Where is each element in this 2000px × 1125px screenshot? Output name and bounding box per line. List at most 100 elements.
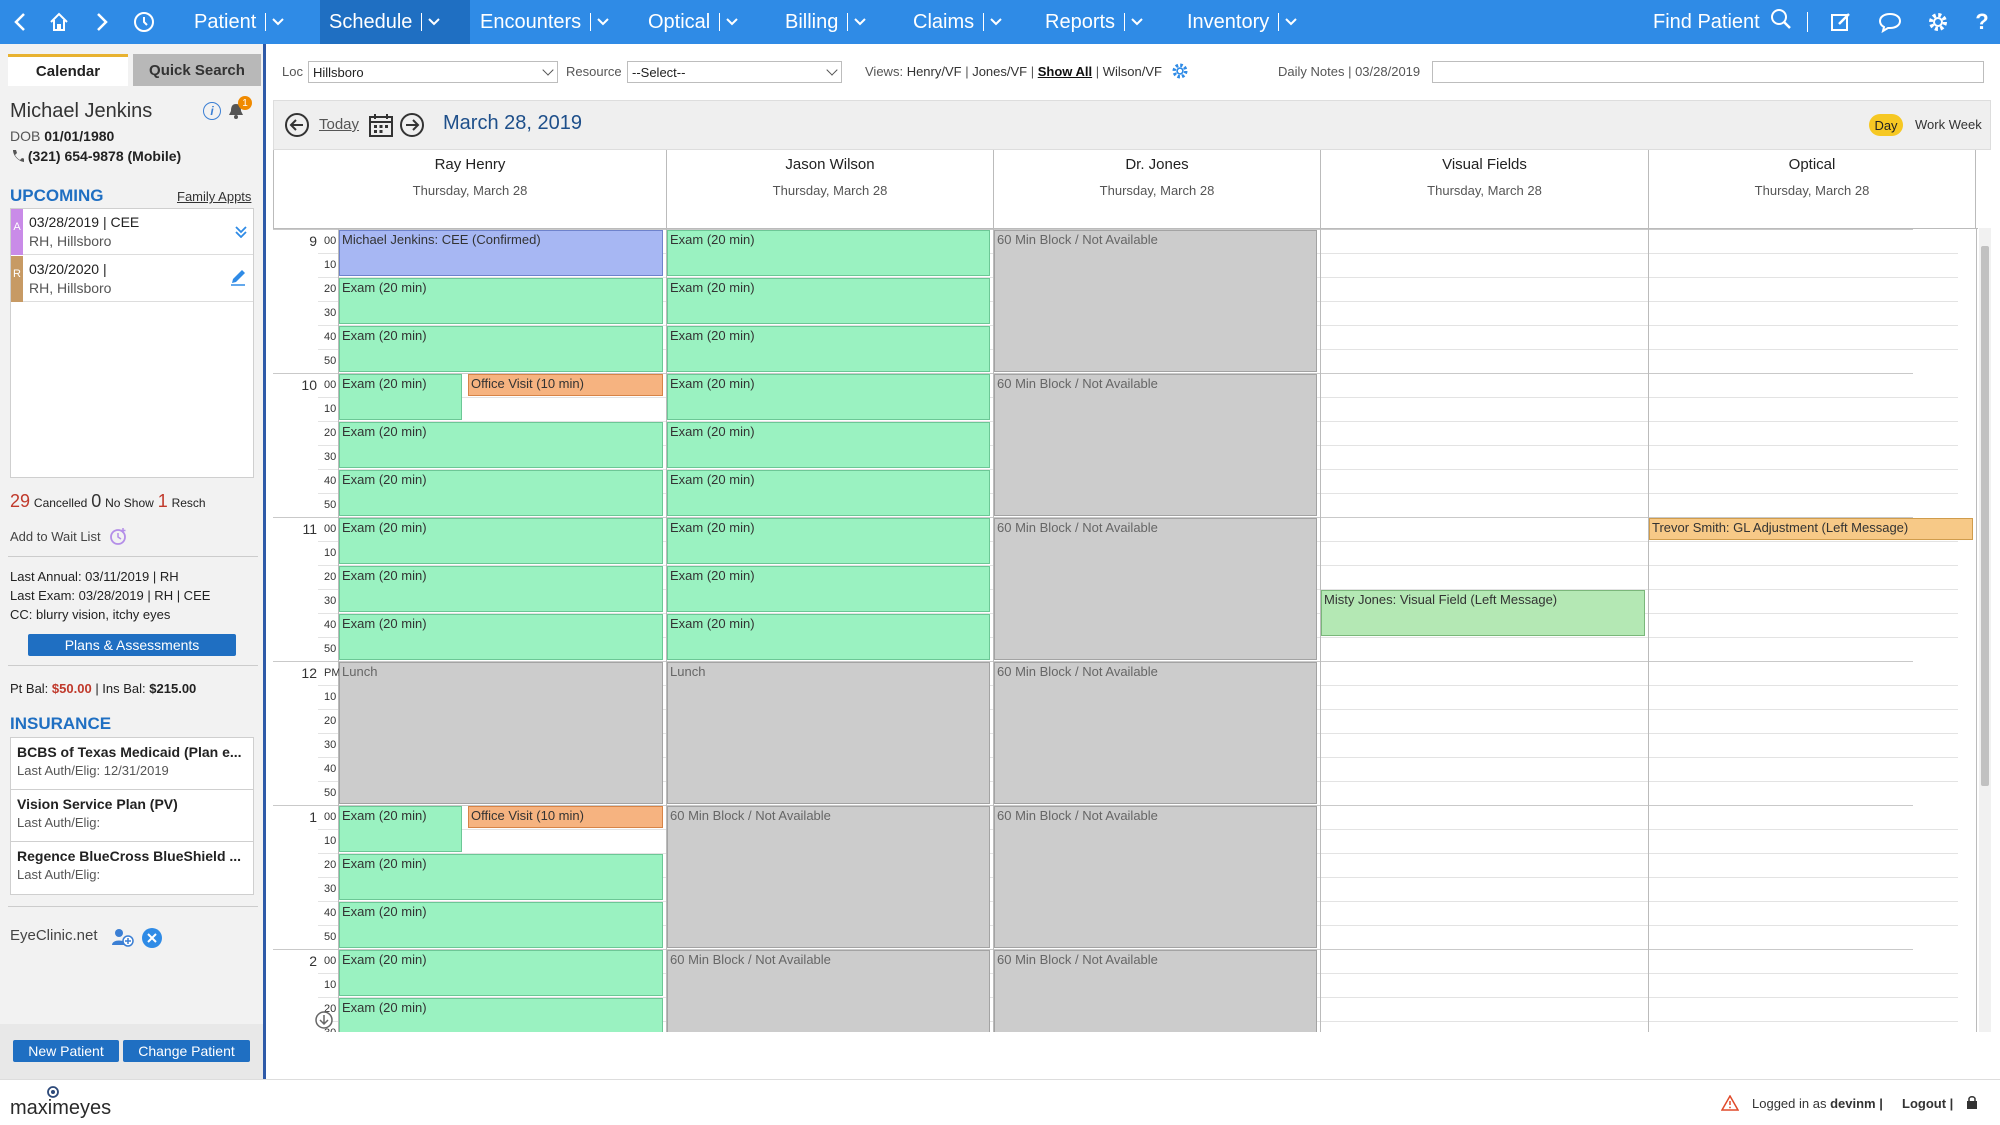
column-header[interactable]: Dr. Jones Thursday, March 28 — [993, 150, 1320, 228]
appointment-block[interactable]: Exam (20 min) — [339, 854, 663, 900]
lock-icon[interactable] — [1966, 1095, 1978, 1114]
appointment-block[interactable]: Trevor Smith: GL Adjustment (Left Messag… — [1649, 518, 1973, 540]
appointment-block[interactable]: 60 Min Block / Not Available — [994, 662, 1317, 804]
hour-label: 10 — [301, 377, 317, 393]
appointment-block[interactable]: Lunch — [339, 662, 663, 804]
nav-patient[interactable]: Patient — [194, 0, 284, 44]
logout-link[interactable]: Logout | — [1902, 1096, 1953, 1111]
appointment-block[interactable]: Office Visit (10 min) — [468, 806, 663, 828]
day-view-button[interactable]: Day — [1869, 114, 1903, 136]
appointment-block[interactable]: 60 Min Block / Not Available — [667, 806, 990, 948]
column-header[interactable]: Ray Henry Thursday, March 28 — [273, 150, 666, 228]
next-day-icon[interactable] — [399, 112, 425, 143]
change-patient-button[interactable]: Change Patient — [123, 1040, 250, 1062]
info-icon[interactable]: i — [203, 102, 221, 120]
insurance-item[interactable]: BCBS of Texas Medicaid (Plan e... Last A… — [11, 738, 253, 790]
appointment-block[interactable]: Exam (20 min) — [667, 278, 990, 324]
new-patient-button[interactable]: New Patient — [13, 1040, 119, 1062]
appointment-block[interactable]: Exam (20 min) — [667, 230, 990, 276]
scrollbar-thumb[interactable] — [1981, 246, 1989, 786]
prev-day-icon[interactable] — [284, 112, 310, 143]
insurance-item[interactable]: Regence BlueCross BlueShield ... Last Au… — [11, 842, 253, 894]
plans-assessments-button[interactable]: Plans & Assessments — [28, 634, 236, 656]
appointment-block[interactable]: Exam (20 min) — [667, 566, 990, 612]
appointment-block[interactable]: Misty Jones: Visual Field (Left Message) — [1321, 590, 1645, 636]
appointment-block[interactable]: Exam (20 min) — [667, 518, 990, 564]
nav-encounters[interactable]: Encounters — [480, 0, 609, 44]
appointment-block[interactable]: 60 Min Block / Not Available — [994, 806, 1317, 948]
work-week-button[interactable]: Work Week — [1915, 117, 1982, 132]
column-header[interactable]: Optical Thursday, March 28 — [1648, 150, 1976, 228]
add-to-wait-list[interactable]: Add to Wait List — [10, 526, 128, 549]
appointment-block[interactable]: Exam (20 min) — [339, 950, 663, 996]
appointment-block[interactable]: Exam (20 min) — [339, 806, 462, 852]
appointment-block[interactable]: Michael Jenkins: CEE (Confirmed) — [339, 230, 663, 276]
gear-icon[interactable] — [1924, 8, 1952, 36]
appointment-block[interactable]: Lunch — [667, 662, 990, 804]
column-header[interactable]: Visual Fields Thursday, March 28 — [1320, 150, 1648, 228]
appointment-block[interactable]: Office Visit (10 min) — [468, 374, 663, 396]
appointment-block[interactable]: Exam (20 min) — [339, 422, 663, 468]
appointment-block[interactable]: Exam (20 min) — [667, 422, 990, 468]
tab-quick-search[interactable]: Quick Search — [133, 54, 261, 86]
view-jones[interactable]: Jones/VF — [972, 64, 1027, 79]
appointment-block[interactable]: Exam (20 min) — [339, 326, 663, 372]
column-header[interactable]: Jason Wilson Thursday, March 28 — [666, 150, 993, 228]
appointment-block[interactable]: 60 Min Block / Not Available — [994, 950, 1317, 1032]
resource-select[interactable]: --Select-- — [627, 61, 842, 83]
appointment-block[interactable]: Exam (20 min) — [667, 374, 990, 420]
appointment-block[interactable]: Exam (20 min) — [339, 902, 663, 948]
view-show-all[interactable]: Show All — [1038, 64, 1092, 79]
back-icon[interactable] — [6, 8, 34, 36]
appointment-block[interactable]: Exam (20 min) — [667, 326, 990, 372]
appointment-block[interactable]: Exam (20 min) — [339, 470, 663, 516]
appointment-block[interactable]: 60 Min Block / Not Available — [994, 374, 1317, 516]
view-wilson[interactable]: Wilson/VF — [1103, 64, 1162, 79]
scroll-down-icon[interactable] — [314, 1010, 334, 1032]
grid-scrollbar[interactable] — [1979, 228, 1991, 1032]
appointment-block[interactable]: Exam (20 min) — [339, 518, 663, 564]
appointment-block[interactable]: 60 Min Block / Not Available — [667, 950, 990, 1032]
appointment-block[interactable]: Exam (20 min) — [339, 614, 663, 660]
appointment-block[interactable]: Exam (20 min) — [339, 278, 663, 324]
warning-icon[interactable] — [1720, 1094, 1740, 1116]
expand-icon[interactable] — [235, 225, 247, 243]
view-settings-gear-icon[interactable] — [1170, 61, 1190, 86]
nav-optical[interactable]: Optical — [648, 0, 738, 44]
find-patient-button[interactable]: Find Patient — [1653, 0, 1792, 44]
appointment-block[interactable]: 60 Min Block / Not Available — [994, 230, 1317, 372]
insurance-item[interactable]: Vision Service Plan (PV) Last Auth/Elig: — [11, 790, 253, 842]
daily-notes-input[interactable] — [1432, 61, 1984, 83]
appointment-block[interactable]: 60 Min Block / Not Available — [994, 518, 1317, 660]
appointment-block[interactable]: Exam (20 min) — [339, 566, 663, 612]
nav-billing[interactable]: Billing — [785, 0, 867, 44]
view-henry[interactable]: Henry/VF — [907, 64, 962, 79]
nav-inventory[interactable]: Inventory — [1187, 0, 1297, 44]
patient-name[interactable]: Michael Jenkins — [10, 100, 152, 123]
nav-claims[interactable]: Claims — [913, 0, 1002, 44]
appointment-block[interactable]: Exam (20 min) — [667, 470, 990, 516]
family-appts-link[interactable]: Family Appts — [177, 189, 251, 204]
nav-schedule[interactable]: Schedule — [320, 0, 470, 44]
appointment-block[interactable]: Exam (20 min) — [339, 374, 462, 420]
upcoming-appt[interactable]: R 03/20/2020 | RH, Hillsboro — [11, 256, 253, 302]
home-icon[interactable] — [45, 8, 73, 36]
today-link[interactable]: Today — [319, 116, 359, 133]
chat-icon[interactable] — [1876, 8, 1904, 36]
upcoming-appt[interactable]: A 03/28/2019 | CEE RH, Hillsboro — [11, 209, 253, 255]
add-user-icon[interactable] — [110, 926, 134, 953]
minute-label: 10 — [324, 979, 337, 991]
edit-note-icon[interactable] — [1827, 8, 1855, 36]
schedule-grid[interactable]: 9 00 10 20 30 40 50 10 00 10 20 30 40 50 11 00 10 20 30 40 5… — [273, 228, 1978, 1032]
nav-reports[interactable]: Reports — [1045, 0, 1143, 44]
history-icon[interactable] — [130, 8, 158, 36]
forward-icon[interactable] — [88, 8, 116, 36]
pencil-icon[interactable] — [229, 268, 247, 291]
location-select[interactable]: Hillsboro — [308, 61, 558, 83]
calendar-icon[interactable] — [368, 112, 394, 143]
appointment-block[interactable]: Exam (20 min) — [339, 998, 663, 1032]
close-icon[interactable] — [142, 928, 162, 948]
appointment-block[interactable]: Exam (20 min) — [667, 614, 990, 660]
help-icon[interactable]: ? — [1968, 8, 1996, 36]
tab-calendar[interactable]: Calendar — [8, 54, 128, 86]
